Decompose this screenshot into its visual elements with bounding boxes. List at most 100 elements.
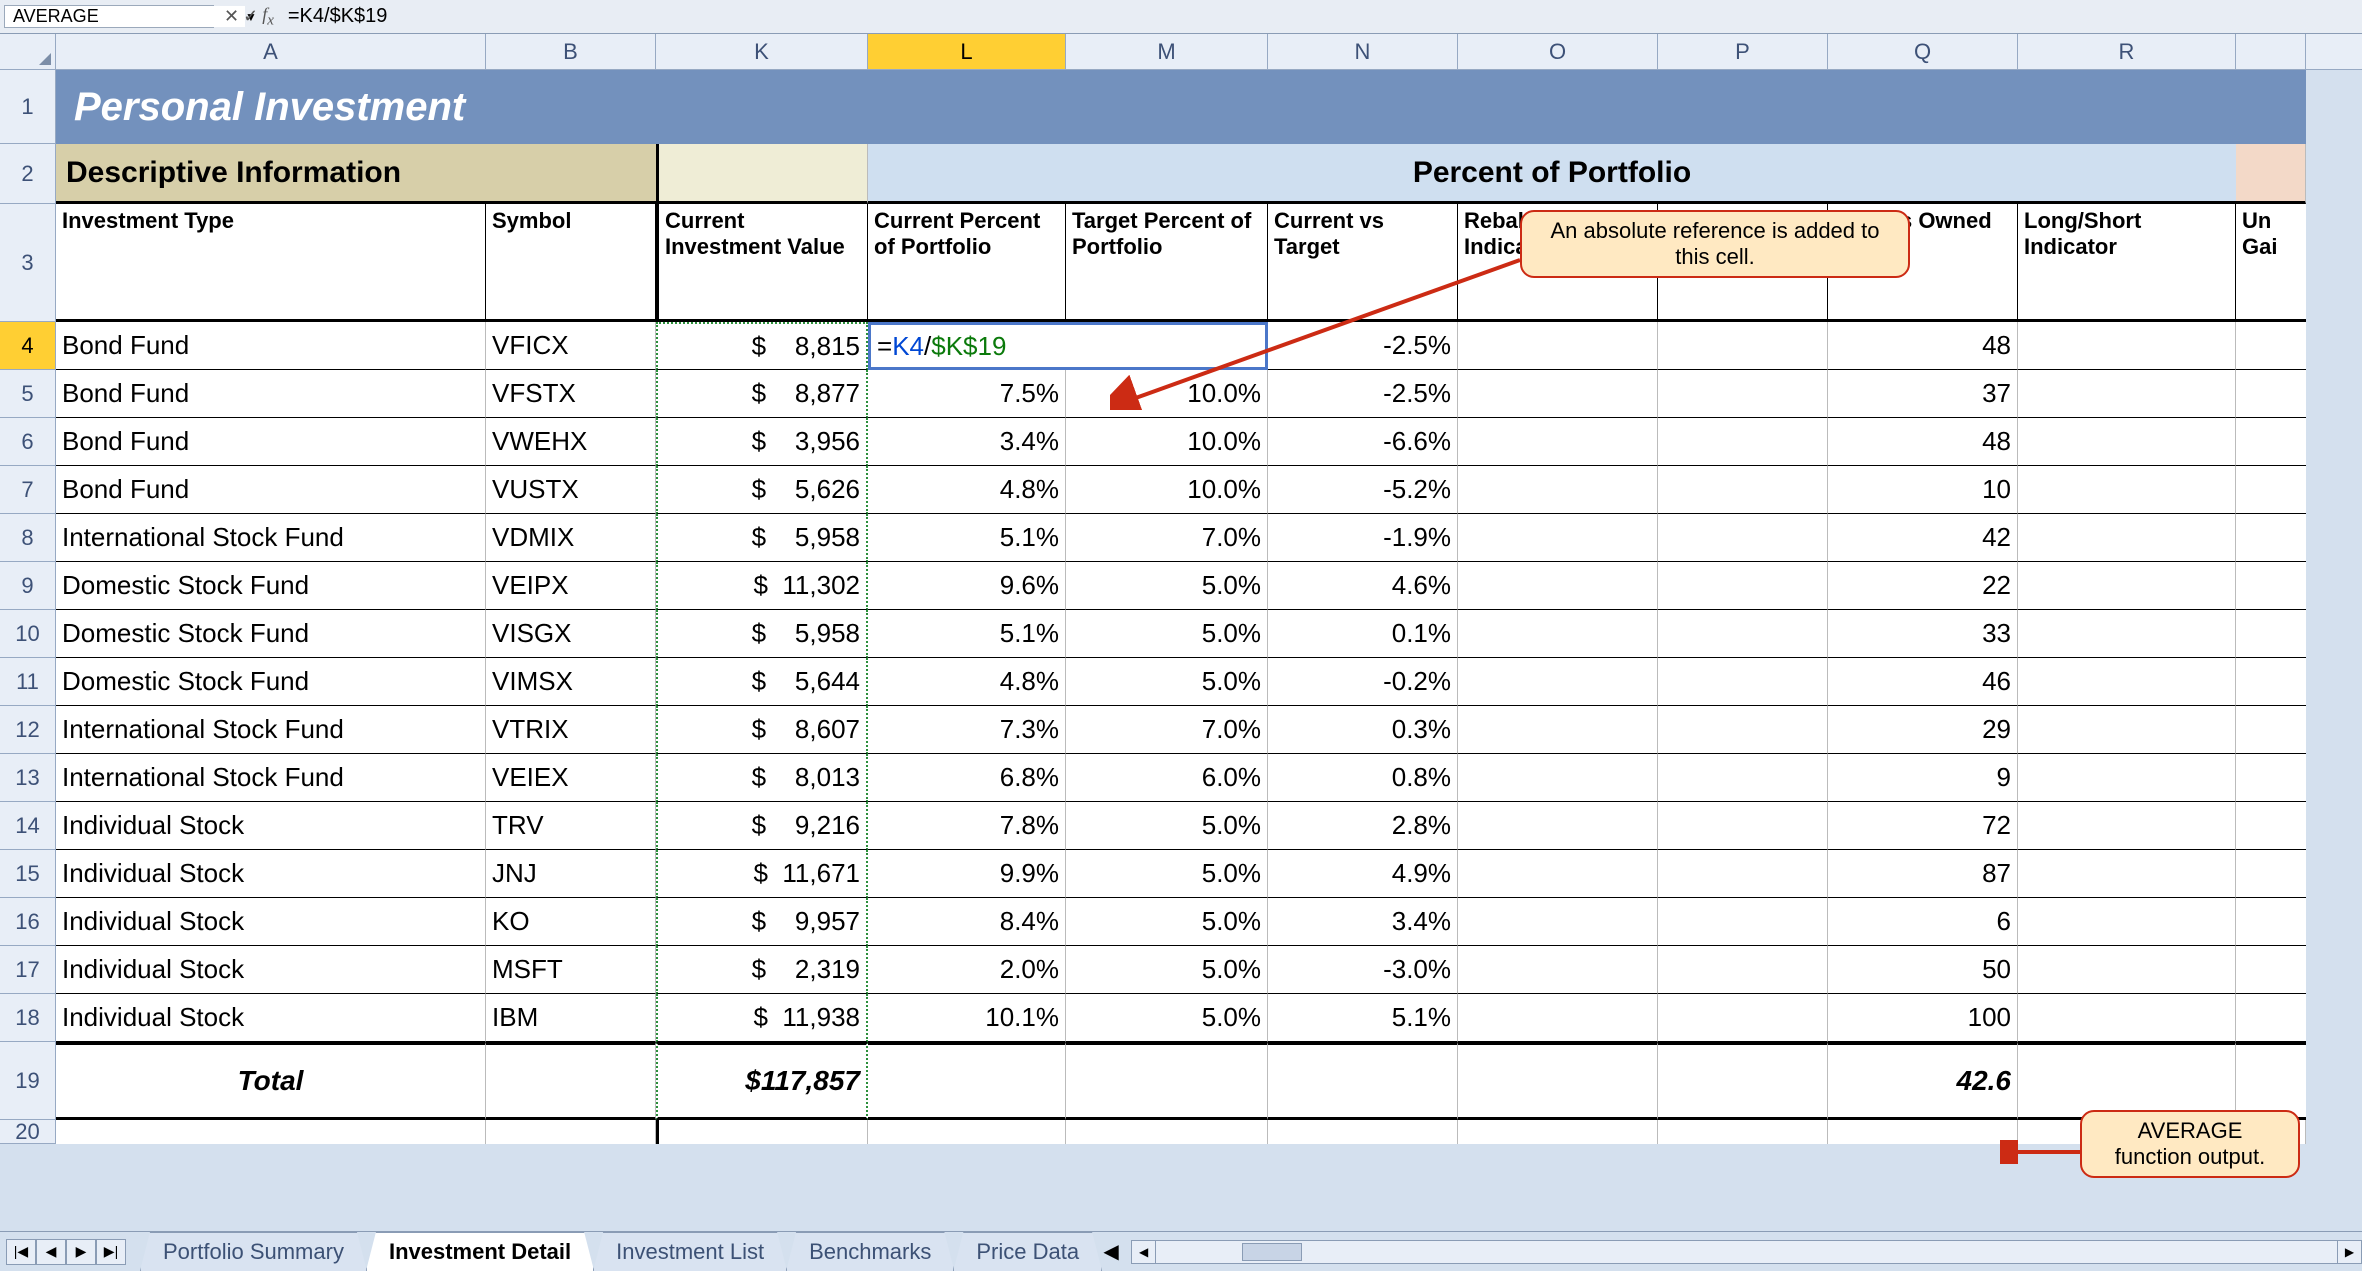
cell-M15[interactable]: 5.0% xyxy=(1066,850,1268,898)
column-header-B[interactable]: B xyxy=(486,34,656,69)
cell-M8[interactable]: 7.0% xyxy=(1066,514,1268,562)
cancel-icon[interactable]: ✕ xyxy=(224,6,239,27)
cell-R10[interactable] xyxy=(2018,610,2236,658)
cell-B19[interactable] xyxy=(486,1042,656,1120)
cell-M12[interactable]: 7.0% xyxy=(1066,706,1268,754)
cell-A13[interactable]: International Stock Fund xyxy=(56,754,486,802)
cell-A6[interactable]: Bond Fund xyxy=(56,418,486,466)
cell-N6[interactable]: -6.6% xyxy=(1268,418,1458,466)
cell-P4[interactable] xyxy=(1658,322,1828,370)
cell-L16[interactable]: 8.4% xyxy=(868,898,1066,946)
cell-Q16[interactable]: 6 xyxy=(1828,898,2018,946)
cell-P5[interactable] xyxy=(1658,370,1828,418)
cell-S17[interactable] xyxy=(2236,946,2306,994)
cell-B9[interactable]: VEIPX xyxy=(486,562,656,610)
cell-B6[interactable]: VWEHX xyxy=(486,418,656,466)
row-header-12[interactable]: 12 xyxy=(0,706,56,754)
cell-B20[interactable] xyxy=(486,1120,656,1144)
name-box[interactable]: ▼ xyxy=(4,5,214,28)
cell-M9[interactable]: 5.0% xyxy=(1066,562,1268,610)
horizontal-scrollbar[interactable]: ◀ ▶ xyxy=(1131,1240,2362,1264)
cell-L19[interactable] xyxy=(868,1042,1066,1120)
cell-Q10[interactable]: 33 xyxy=(1828,610,2018,658)
row-header-8[interactable]: 8 xyxy=(0,514,56,562)
cell-R18[interactable] xyxy=(2018,994,2236,1042)
cell-O12[interactable] xyxy=(1458,706,1658,754)
cell-M11[interactable]: 5.0% xyxy=(1066,658,1268,706)
cell-O9[interactable] xyxy=(1458,562,1658,610)
cell-S5[interactable] xyxy=(2236,370,2306,418)
cell-B4[interactable]: VFICX xyxy=(486,322,656,370)
cell-B7[interactable]: VUSTX xyxy=(486,466,656,514)
name-box-input[interactable] xyxy=(13,6,245,27)
cell-A5[interactable]: Bond Fund xyxy=(56,370,486,418)
cell-A17[interactable]: Individual Stock xyxy=(56,946,486,994)
cell-L11[interactable]: 4.8% xyxy=(868,658,1066,706)
cell-P19[interactable] xyxy=(1658,1042,1828,1120)
cell-B14[interactable]: TRV xyxy=(486,802,656,850)
cell-Q13[interactable]: 9 xyxy=(1828,754,2018,802)
cell-S8[interactable] xyxy=(2236,514,2306,562)
cell-K18[interactable]: $ 11,938 xyxy=(656,994,868,1042)
cell-B18[interactable]: IBM xyxy=(486,994,656,1042)
cell-Q6[interactable]: 48 xyxy=(1828,418,2018,466)
cell-K20[interactable] xyxy=(656,1120,868,1144)
cell-L17[interactable]: 2.0% xyxy=(868,946,1066,994)
row-header-7[interactable]: 7 xyxy=(0,466,56,514)
cell-K4[interactable]: $ 8,815 xyxy=(656,322,868,370)
cell-B8[interactable]: VDMIX xyxy=(486,514,656,562)
cell-P17[interactable] xyxy=(1658,946,1828,994)
row-header-2[interactable]: 2 xyxy=(0,144,56,204)
cell-Q19[interactable]: 42.6 xyxy=(1828,1042,2018,1120)
cell-L20[interactable] xyxy=(868,1120,1066,1144)
cell-Q9[interactable]: 22 xyxy=(1828,562,2018,610)
cell-K15[interactable]: $ 11,671 xyxy=(656,850,868,898)
cell-P18[interactable] xyxy=(1658,994,1828,1042)
cell-P6[interactable] xyxy=(1658,418,1828,466)
column-header-P[interactable]: P xyxy=(1658,34,1828,69)
cell-B15[interactable]: JNJ xyxy=(486,850,656,898)
row-header-3[interactable]: 3 xyxy=(0,204,56,322)
row-header-19[interactable]: 19 xyxy=(0,1042,56,1120)
cell-K19[interactable]: $117,857 xyxy=(656,1042,868,1120)
cell-Q11[interactable]: 46 xyxy=(1828,658,2018,706)
row-header-16[interactable]: 16 xyxy=(0,898,56,946)
cell-R11[interactable] xyxy=(2018,658,2236,706)
cell-B10[interactable]: VISGX xyxy=(486,610,656,658)
cell-K7[interactable]: $ 5,626 xyxy=(656,466,868,514)
cell-Q14[interactable]: 72 xyxy=(1828,802,2018,850)
cell-P12[interactable] xyxy=(1658,706,1828,754)
cell-O15[interactable] xyxy=(1458,850,1658,898)
cell-S7[interactable] xyxy=(2236,466,2306,514)
cell-M19[interactable] xyxy=(1066,1042,1268,1120)
cell-N8[interactable]: -1.9% xyxy=(1268,514,1458,562)
cell-Q5[interactable]: 37 xyxy=(1828,370,2018,418)
cell-P10[interactable] xyxy=(1658,610,1828,658)
cell-N13[interactable]: 0.8% xyxy=(1268,754,1458,802)
cell-M20[interactable] xyxy=(1066,1120,1268,1144)
cell-P11[interactable] xyxy=(1658,658,1828,706)
cell-S9[interactable] xyxy=(2236,562,2306,610)
cell-O16[interactable] xyxy=(1458,898,1658,946)
cell-S10[interactable] xyxy=(2236,610,2306,658)
cell-M17[interactable]: 5.0% xyxy=(1066,946,1268,994)
cell-A12[interactable]: International Stock Fund xyxy=(56,706,486,754)
cell-A11[interactable]: Domestic Stock Fund xyxy=(56,658,486,706)
cell-S12[interactable] xyxy=(2236,706,2306,754)
cell-L14[interactable]: 7.8% xyxy=(868,802,1066,850)
cell-L5[interactable]: 7.5% xyxy=(868,370,1066,418)
cell-P14[interactable] xyxy=(1658,802,1828,850)
tab-scroll-left-icon[interactable]: ◀ xyxy=(1101,1239,1121,1264)
cell-A16[interactable]: Individual Stock xyxy=(56,898,486,946)
cell-R4[interactable] xyxy=(2018,322,2236,370)
cell-P7[interactable] xyxy=(1658,466,1828,514)
cell-M16[interactable]: 5.0% xyxy=(1066,898,1268,946)
tab-nav-prev-icon[interactable]: ◀ xyxy=(36,1239,66,1265)
column-header-L[interactable]: L xyxy=(868,34,1066,69)
row-header-20[interactable]: 20 xyxy=(0,1120,56,1144)
cell-L12[interactable]: 7.3% xyxy=(868,706,1066,754)
hscroll-left-icon[interactable]: ◀ xyxy=(1132,1241,1156,1263)
row-header-15[interactable]: 15 xyxy=(0,850,56,898)
cell-B12[interactable]: VTRIX xyxy=(486,706,656,754)
enter-icon[interactable]: ✓ xyxy=(243,6,258,27)
